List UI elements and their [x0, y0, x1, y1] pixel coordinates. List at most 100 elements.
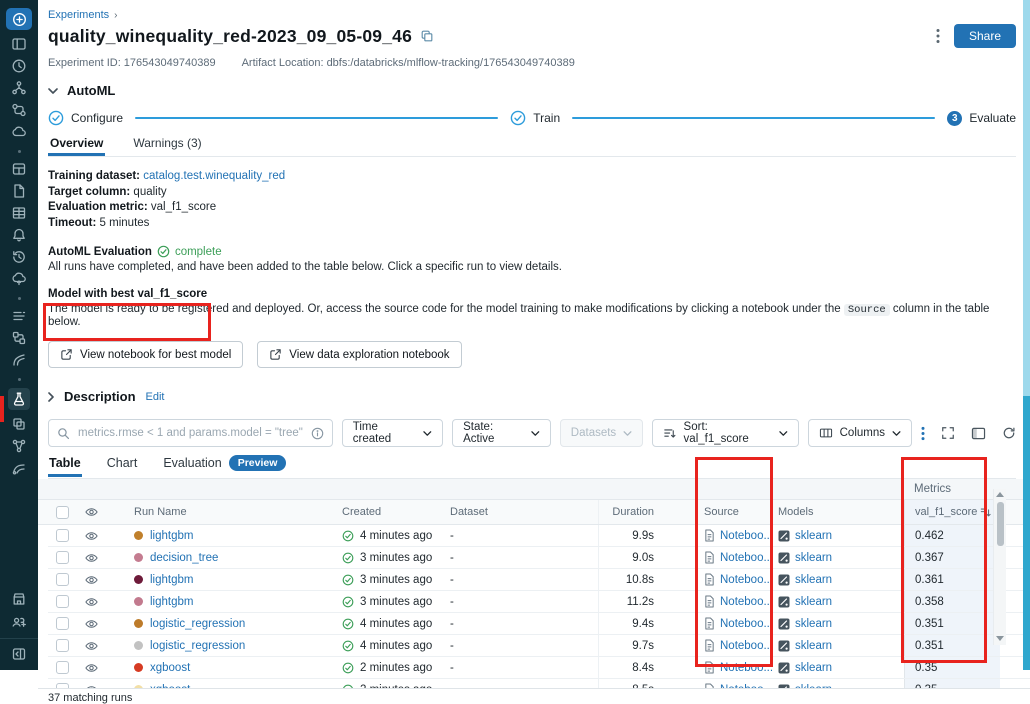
automl-section-header[interactable]: AutoML: [48, 83, 1016, 98]
overflow-menu-button[interactable]: [936, 28, 940, 44]
run-name-link[interactable]: lightgbm: [150, 530, 193, 542]
view-notebook-best-model-button[interactable]: View notebook for best model: [48, 341, 243, 368]
new-button[interactable]: [6, 8, 32, 30]
row-checkbox[interactable]: [56, 595, 69, 608]
row-visibility-eye-icon[interactable]: [78, 530, 112, 542]
page-scroll-thumb[interactable]: [1023, 396, 1030, 670]
col-run-name[interactable]: Run Name: [112, 506, 342, 518]
run-row[interactable]: lightgbm 3 minutes ago - 11.2s Noteboo..…: [48, 591, 1030, 613]
sort-selector[interactable]: Sort: val_f1_score: [652, 419, 798, 447]
collapse-sidebar-icon[interactable]: [11, 646, 27, 662]
col-created[interactable]: Created: [342, 506, 450, 518]
select-all-checkbox[interactable]: [56, 506, 69, 519]
copy-icon[interactable]: [420, 29, 434, 43]
row-visibility-eye-icon[interactable]: [78, 552, 112, 564]
col-metric[interactable]: val_f1_score: [904, 500, 1000, 524]
source-notebook-link[interactable]: Noteboo...: [720, 662, 773, 674]
runs-search-box[interactable]: [48, 419, 333, 447]
queries-icon[interactable]: [11, 205, 27, 221]
sql-warehouses-icon[interactable]: [11, 271, 27, 287]
model-link[interactable]: sklearn: [795, 662, 832, 674]
table-overflow-menu-button[interactable]: [921, 426, 925, 441]
marketplace-icon[interactable]: [11, 591, 27, 607]
model-link[interactable]: sklearn: [795, 640, 832, 652]
model-link[interactable]: sklearn: [795, 596, 832, 608]
source-notebook-link[interactable]: Noteboo...: [720, 574, 773, 586]
run-name-link[interactable]: logistic_regression: [150, 640, 245, 652]
breadcrumb-experiments-link[interactable]: Experiments: [48, 9, 109, 21]
run-name-link[interactable]: logistic_regression: [150, 618, 245, 630]
row-checkbox[interactable]: [56, 529, 69, 542]
run-name-link[interactable]: decision_tree: [150, 552, 218, 564]
source-notebook-link[interactable]: Noteboo...: [720, 552, 773, 564]
table-scrollbar[interactable]: [993, 489, 1006, 645]
row-checkbox[interactable]: [56, 573, 69, 586]
row-visibility-eye-icon[interactable]: [78, 640, 112, 652]
model-link[interactable]: sklearn: [795, 552, 832, 564]
columns-selector[interactable]: Columns: [808, 419, 912, 447]
workflows-icon[interactable]: [11, 102, 27, 118]
run-name-link[interactable]: lightgbm: [150, 574, 193, 586]
run-row[interactable]: logistic_regression 4 minutes ago - 9.4s…: [48, 613, 1030, 635]
fullscreen-icon[interactable]: [941, 426, 955, 440]
model-link[interactable]: sklearn: [795, 618, 832, 630]
run-row[interactable]: lightgbm 4 minutes ago - 9.9s Noteboo...: [48, 525, 1030, 547]
tab-evaluation[interactable]: Evaluation Preview: [162, 455, 287, 478]
catalog-icon[interactable]: [11, 80, 27, 96]
share-button[interactable]: Share: [954, 24, 1016, 48]
scrollbar-thumb[interactable]: [997, 502, 1004, 546]
col-dataset[interactable]: Dataset: [450, 506, 598, 518]
row-visibility-eye-icon[interactable]: [78, 574, 112, 586]
description-edit-link[interactable]: Edit: [146, 391, 165, 403]
row-checkbox[interactable]: [56, 551, 69, 564]
run-name-link[interactable]: lightgbm: [150, 596, 193, 608]
refresh-icon[interactable]: [1002, 426, 1016, 440]
info-icon[interactable]: [311, 427, 324, 440]
source-notebook-link[interactable]: Noteboo...: [720, 596, 773, 608]
query-history-icon[interactable]: [11, 249, 27, 265]
col-source[interactable]: Source: [660, 506, 774, 518]
data-ingestion-icon[interactable]: [11, 330, 27, 346]
recents-icon[interactable]: [11, 58, 27, 74]
sql-dashboards-icon[interactable]: [11, 161, 27, 177]
row-checkbox[interactable]: [56, 661, 69, 674]
job-runs-icon[interactable]: [11, 308, 27, 324]
run-row[interactable]: logistic_regression 4 minutes ago - 9.7s…: [48, 635, 1030, 657]
training-dataset-link[interactable]: catalog.test.winequality_red: [143, 170, 285, 182]
alerts-icon[interactable]: [11, 227, 27, 243]
search-input[interactable]: [76, 426, 305, 440]
source-notebook-link[interactable]: Noteboo...: [720, 618, 773, 630]
view-data-exploration-notebook-button[interactable]: View data exploration notebook: [257, 341, 461, 368]
experiments-icon[interactable]: [8, 388, 30, 410]
partner-connect-icon[interactable]: [11, 613, 27, 629]
col-duration[interactable]: Duration: [598, 500, 660, 524]
scroll-down-arrow[interactable]: [996, 636, 1004, 641]
scroll-up-arrow[interactable]: [996, 492, 1004, 497]
run-name-link[interactable]: xgboost: [150, 662, 190, 674]
model-registry-icon[interactable]: [11, 460, 27, 476]
run-row[interactable]: xgboost 2 minutes ago - 8.5s Noteboo...: [48, 679, 1030, 688]
source-notebook-link[interactable]: Noteboo...: [720, 530, 773, 542]
workspace-icon[interactable]: [11, 36, 27, 52]
tab-overview[interactable]: Overview: [48, 136, 105, 156]
run-row[interactable]: xgboost 2 minutes ago - 8.4s Noteboo...: [48, 657, 1030, 679]
state-filter[interactable]: State: Active: [452, 419, 551, 447]
row-checkbox[interactable]: [56, 639, 69, 652]
model-link[interactable]: sklearn: [795, 574, 832, 586]
tab-warnings[interactable]: Warnings (3): [131, 136, 203, 156]
run-row[interactable]: lightgbm 3 minutes ago - 10.8s Noteboo..…: [48, 569, 1030, 591]
compute-icon[interactable]: [11, 124, 27, 140]
feature-store-icon[interactable]: [11, 416, 27, 432]
side-panel-icon[interactable]: [971, 427, 986, 440]
visibility-eye-icon[interactable]: [78, 506, 112, 518]
row-visibility-eye-icon[interactable]: [78, 662, 112, 674]
row-visibility-eye-icon[interactable]: [78, 596, 112, 608]
model-link[interactable]: sklearn: [795, 530, 832, 542]
run-row[interactable]: decision_tree 3 minutes ago - 9.0s Noteb…: [48, 547, 1030, 569]
delta-live-tables-icon[interactable]: [11, 352, 27, 368]
description-section[interactable]: Description Edit: [48, 389, 1016, 404]
source-notebook-link[interactable]: Noteboo...: [720, 640, 773, 652]
row-checkbox[interactable]: [56, 617, 69, 630]
time-created-filter[interactable]: Time created: [342, 419, 443, 447]
row-visibility-eye-icon[interactable]: [78, 618, 112, 630]
